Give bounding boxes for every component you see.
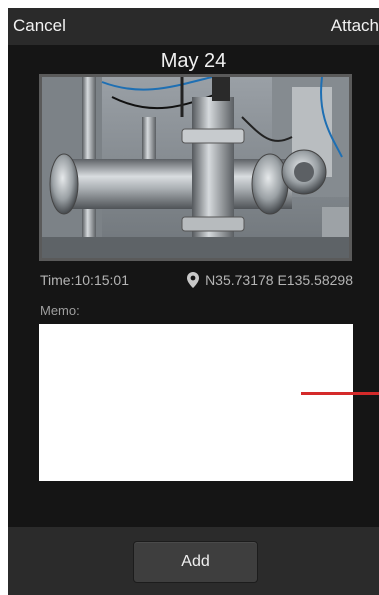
memo-input[interactable] xyxy=(39,324,353,481)
attached-photo[interactable] xyxy=(39,74,352,261)
memo-label: Memo: xyxy=(40,303,80,318)
photo-illustration xyxy=(42,77,349,258)
attach-button[interactable]: Attach xyxy=(331,16,379,36)
entry-meta-row: Time:10:15:01 N35.73178 E135.58298 xyxy=(39,271,353,289)
top-bar: Cancel Attach xyxy=(8,8,379,45)
cancel-button[interactable]: Cancel xyxy=(13,16,66,36)
bottom-bar: Add xyxy=(8,527,379,595)
entry-location: N35.73178 E135.58298 xyxy=(187,271,353,289)
entry-time: Time:10:15:01 xyxy=(40,272,129,288)
entry-date-title: May 24 xyxy=(160,50,227,72)
map-pin-icon xyxy=(187,272,200,288)
entry-latitude: N35.73178 xyxy=(205,272,274,288)
entry-longitude: E135.58298 xyxy=(277,272,353,288)
add-button[interactable]: Add xyxy=(133,541,258,583)
screen-frame: Cancel Attach May 24 Time:10:15:01 N35.7… xyxy=(8,8,379,595)
annotation-line xyxy=(301,392,379,395)
